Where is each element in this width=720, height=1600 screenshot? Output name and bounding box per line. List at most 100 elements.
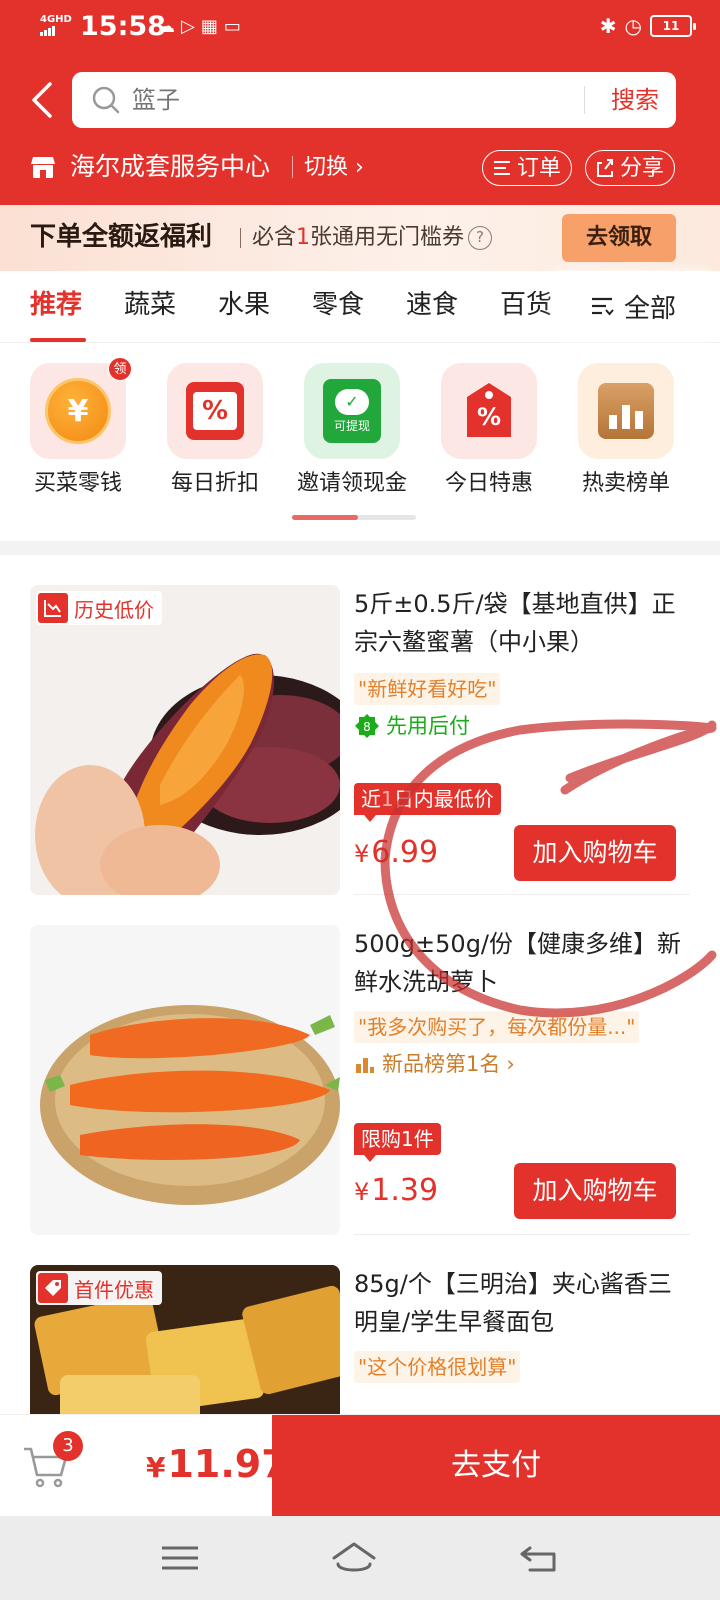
tab-recommend[interactable]: 推荐	[30, 285, 82, 325]
back-nav-icon[interactable]	[516, 1538, 564, 1578]
promo-desc-count: 1	[296, 225, 311, 250]
system-icons: ✱ ◷ 11	[599, 14, 696, 38]
orders-button[interactable]: 订单	[482, 150, 572, 186]
search-bar[interactable]: 搜索	[72, 72, 676, 128]
chevron-right-icon: ›	[355, 155, 364, 180]
tab-general-goods[interactable]: 百货	[500, 285, 552, 325]
product-title[interactable]: 500g±50g/份【健康多维】新鲜水洗胡萝卜	[354, 925, 690, 1001]
product-tag: 历史低价	[36, 591, 162, 625]
store-row: 海尔成套服务中心 切换 › 订单 分享	[0, 144, 720, 192]
shortcut-label: 今日特惠	[444, 471, 533, 496]
switch-store-button[interactable]: 切换 ›	[304, 152, 364, 184]
search-divider	[584, 86, 585, 114]
product-title[interactable]: 85g/个【三明治】夹心酱香三明皇/学生早餐面包	[354, 1265, 690, 1341]
shortcut-bestsellers[interactable]: 热卖榜单	[566, 363, 686, 499]
system-navigation-bar	[0, 1516, 720, 1600]
header: 4GHD 15:58 ☁▷▦▭ ✱ ◷ 11 搜索 海尔成套服务中心 切换 › …	[0, 0, 720, 205]
product-price: ¥1.39	[354, 1171, 438, 1212]
lowest-price-badge: 近1日内最低价	[354, 783, 501, 822]
search-button[interactable]: 搜索	[594, 80, 676, 120]
svg-text:8: 8	[363, 720, 371, 734]
menu-icon[interactable]	[156, 1538, 204, 1578]
shortcut-scroll-indicator	[292, 515, 416, 520]
ranking-chart-icon	[578, 363, 674, 459]
help-icon[interactable]: ?	[468, 226, 493, 250]
benefit-label: 新品榜第1名	[382, 1052, 501, 1076]
carrot-illustration	[30, 925, 340, 1235]
price-value: 6.99	[371, 835, 439, 870]
store-separator	[292, 156, 293, 178]
pay-later-benefit: 8 先用后付	[354, 711, 470, 741]
coin-yen-icon: ¥ 领	[30, 357, 132, 459]
sweet-potato-illustration	[30, 585, 340, 895]
section-gap	[0, 541, 720, 555]
shortcut-grocery-change[interactable]: ¥ 领 买菜零钱	[18, 357, 138, 499]
iqiyi-icon: ▭	[223, 16, 247, 37]
withdraw-card: ✓ 可提现	[323, 379, 381, 443]
battery-level: 11	[662, 19, 680, 33]
sandwich-bread-image[interactable]: 首件优惠	[30, 1265, 340, 1415]
chat-bubble-icon: ✓	[335, 389, 369, 415]
product-tag-label: 历史低价	[74, 597, 154, 622]
active-tab-indicator	[30, 338, 86, 342]
product-title[interactable]: 5斤±0.5斤/袋【基地直供】正宗六鳌蜜薯（中小果）	[354, 585, 690, 661]
carrot-image[interactable]	[30, 925, 340, 1235]
ranking-icon	[356, 1058, 374, 1073]
shortcut-grid: ¥ 领 买菜零钱 % 每日折扣 ✓ 可提现 邀请领现金 % 今日特惠 热卖榜单	[0, 343, 720, 541]
promo-description: 必含1张通用无门槛券?	[252, 222, 493, 254]
claim-badge: 领	[108, 357, 132, 381]
product-tag-label: 首件优惠	[74, 1277, 154, 1302]
shortcut-invite-cash[interactable]: ✓ 可提现 邀请领现金	[292, 363, 412, 499]
clock: 15:58	[80, 11, 166, 42]
price-tag-percent-icon: %	[441, 363, 537, 459]
search-icon	[92, 86, 120, 114]
bluetooth-icon: ✱	[599, 14, 617, 38]
battery-icon: 11	[650, 15, 696, 37]
purchase-limit-badge: 限购1件	[354, 1123, 441, 1162]
tab-snacks[interactable]: 零食	[312, 285, 364, 325]
product-card[interactable]: 历史低价 5斤±0.5斤/袋【基地直供】正宗六鳌蜜薯（中小果） "新鲜好看好吃"…	[0, 555, 720, 895]
product-review-quote: "这个价格很划算"	[354, 1351, 521, 1383]
app-notification-icon: ▦	[200, 16, 224, 37]
tab-vegetables[interactable]: 蔬菜	[124, 285, 176, 325]
ranking-benefit[interactable]: 新品榜第1名 ›	[354, 1049, 515, 1079]
home-icon[interactable]	[330, 1538, 378, 1578]
promo-desc-prefix: 必含	[252, 225, 297, 250]
tab-fruits[interactable]: 水果	[218, 285, 270, 325]
play-icon: ▷	[181, 16, 201, 37]
tab-instant-food[interactable]: 速食	[406, 285, 458, 325]
orders-label: 订单	[517, 155, 562, 181]
product-review-quote: "新鲜好看好吃"	[354, 673, 501, 705]
shortcut-label: 买菜零钱	[33, 471, 122, 496]
price-down-chart-icon	[38, 593, 68, 623]
discount-tag-icon	[38, 1273, 68, 1303]
share-label: 分享	[620, 155, 665, 181]
ranking-board	[598, 383, 654, 439]
product-card[interactable]: 500g±50g/份【健康多维】新鲜水洗胡萝卜 "我多次购买了，每次都份量...…	[0, 895, 720, 1235]
share-button[interactable]: 分享	[585, 150, 675, 186]
yen-coin-glyph: ¥	[45, 378, 111, 444]
promo-banner[interactable]: 下单全额返福利 必含1张通用无门槛券? 去领取	[0, 205, 720, 271]
product-review-quote: "我多次购买了，每次都份量..."	[354, 1011, 640, 1043]
store-icon	[31, 157, 55, 178]
total-value: 11.97	[167, 1442, 288, 1486]
all-categories-button[interactable]: 全部	[562, 271, 720, 341]
currency-symbol: ¥	[354, 840, 370, 868]
search-input[interactable]	[132, 84, 572, 116]
shortcut-today-deals[interactable]: % 今日特惠	[429, 363, 549, 499]
network-indicator: 4GHD	[40, 14, 72, 36]
claim-coupon-button[interactable]: 去领取	[562, 214, 676, 262]
add-to-cart-button[interactable]: 加入购物车	[514, 1163, 676, 1219]
currency-symbol: ¥	[354, 1178, 370, 1206]
add-to-cart-button[interactable]: 加入购物车	[514, 825, 676, 881]
product-card[interactable]: 首件优惠 85g/个【三明治】夹心酱香三明皇/学生早餐面包 "这个价格很划算"	[0, 1235, 720, 1415]
store-name[interactable]: 海尔成套服务中心	[70, 150, 270, 184]
checkout-bar: 3 ¥11.97 去支付	[0, 1414, 720, 1517]
price-value: 1.39	[371, 1173, 439, 1208]
back-button[interactable]	[26, 78, 62, 122]
sweet-potato-image[interactable]: 历史低价	[30, 585, 340, 895]
product-tag: 首件优惠	[36, 1271, 162, 1305]
shortcut-daily-discount[interactable]: % 每日折扣	[155, 363, 275, 499]
checkout-pay-button[interactable]: 去支付	[272, 1415, 720, 1517]
chevron-left-icon	[32, 82, 52, 118]
